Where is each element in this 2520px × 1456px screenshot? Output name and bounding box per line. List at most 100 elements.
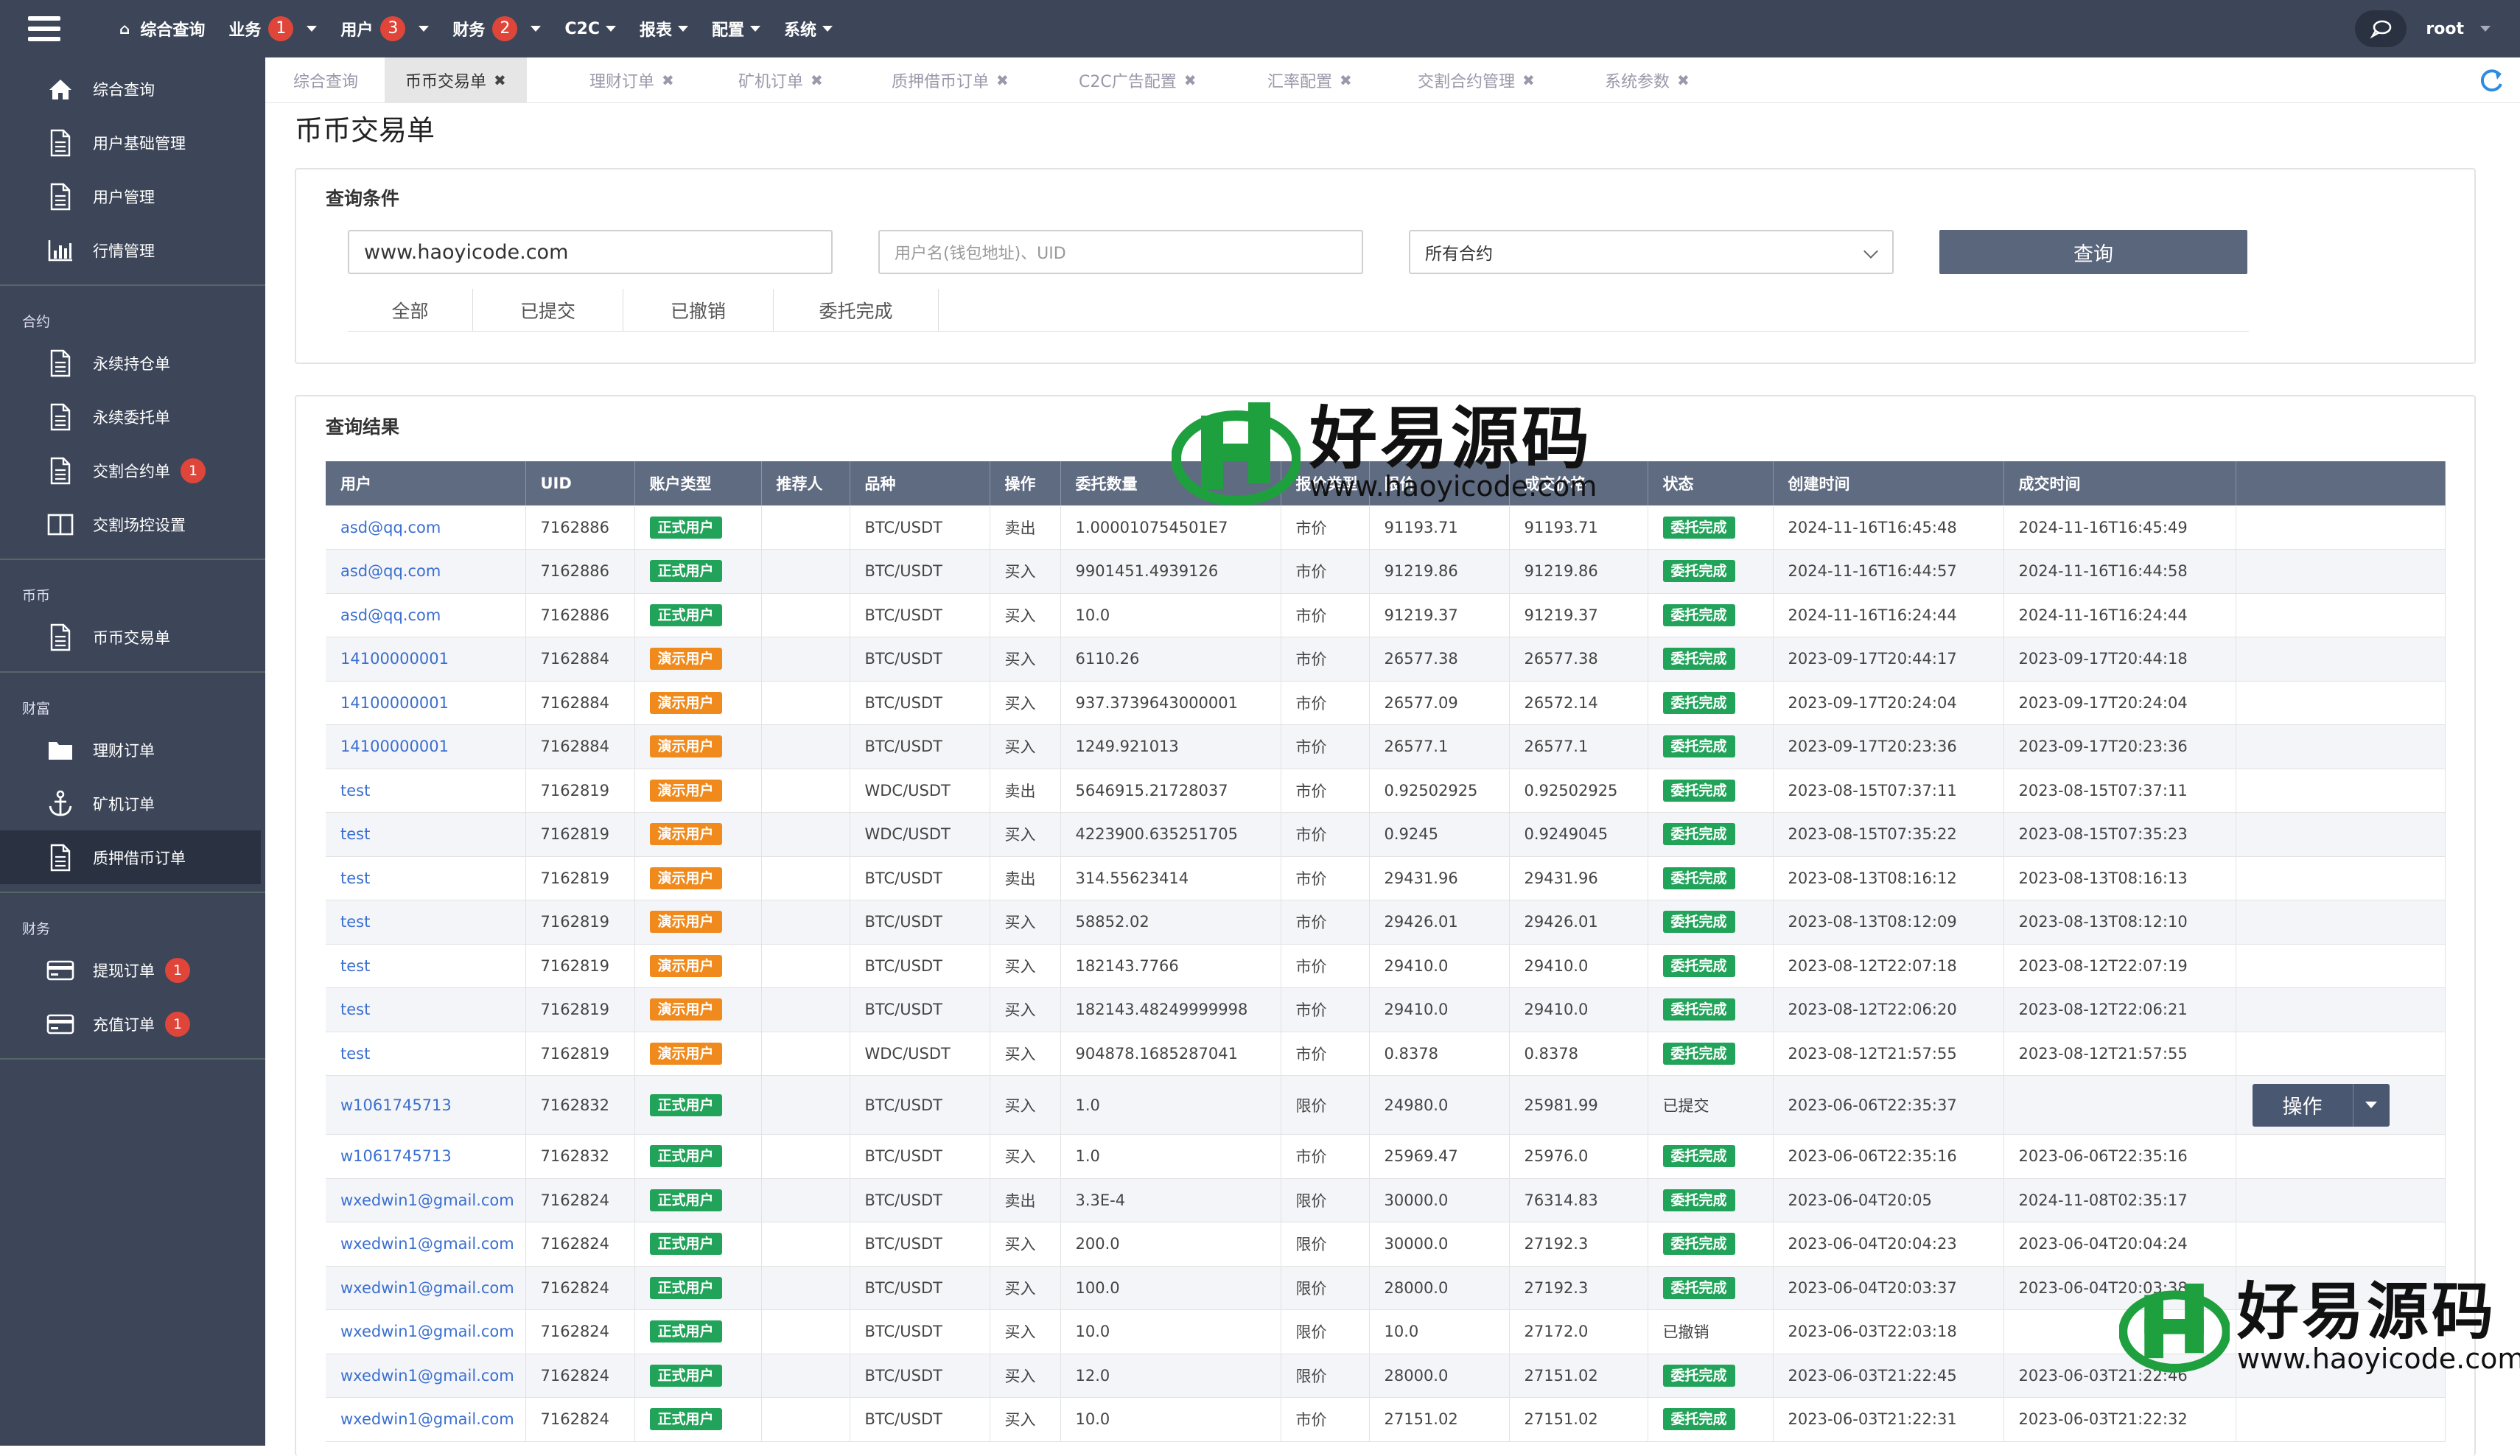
column-header: 成交时间 (2003, 461, 2236, 505)
sidebar-item-label: 用户基础管理 (93, 134, 186, 153)
tab-5[interactable]: C2C广告配置 ✖ (1079, 57, 1197, 103)
url-input[interactable]: www.haoyicode.com (348, 230, 833, 274)
table-row: wxedwin1@gmail.com 7162824 正式用户 BTC/USDT 买入 2… (326, 1222, 2446, 1267)
table-cell: 正式用户 (634, 1222, 762, 1267)
table-cell: 2024-11-16T16:45:49 (2003, 505, 2236, 550)
user-menu[interactable]: root (2426, 20, 2491, 38)
user-link[interactable]: test (326, 900, 526, 945)
sidebar-item-group1-1[interactable]: 永续委托单 (0, 390, 265, 444)
table-cell: 76314.83 (1509, 1178, 1648, 1222)
topnav-item-5[interactable]: 报表 (640, 17, 689, 41)
user-link[interactable]: wxedwin1@gmail.com (326, 1178, 526, 1222)
close-icon[interactable]: ✖ (996, 71, 1009, 89)
tab-2[interactable]: 理财订单 ✖ (589, 57, 674, 103)
action-button[interactable]: 操作 (2252, 1083, 2353, 1127)
user-link[interactable]: asd@qq.com (326, 549, 526, 594)
table-cell: 0.9249045 (1509, 812, 1648, 857)
user-link[interactable]: asd@qq.com (326, 505, 526, 550)
user-link[interactable]: asd@qq.com (326, 593, 526, 637)
close-icon[interactable]: ✖ (494, 71, 506, 89)
close-icon[interactable]: ✖ (1340, 71, 1352, 89)
table-row: test 7162819 演示用户 WDC/USDT 买入 4223900.6352517… (326, 812, 2446, 857)
table-cell: 演示用户 (634, 812, 762, 857)
table-cell: 2023-09-17T20:44:17 (1773, 637, 2004, 682)
tab-3[interactable]: 矿机订单 ✖ (738, 57, 823, 103)
close-icon[interactable]: ✖ (1677, 71, 1690, 89)
tab-0[interactable]: 综合查询 (293, 57, 358, 103)
close-icon[interactable]: ✖ (662, 71, 674, 89)
sidebar-item-group4-1[interactable]: 充值订单 1 (0, 997, 265, 1051)
table-cell: 7162824 (525, 1354, 635, 1398)
status-tab-2[interactable]: 已撤销 (623, 289, 774, 332)
topnav-item-1[interactable]: 业务 1 (228, 16, 318, 41)
query-button[interactable]: 查询 (1939, 230, 2247, 274)
topnav-item-0[interactable]: ⌂ 综合查询 (119, 17, 205, 41)
topnav-item-3[interactable]: 财务 2 (452, 16, 542, 41)
table-cell: 买入 (990, 1266, 1061, 1310)
sidebar-item-group0-3[interactable]: 行情管理 (0, 223, 265, 277)
user-link[interactable]: w1061745713 (326, 1134, 526, 1179)
sidebar-divider (0, 671, 265, 673)
topnav-item-6[interactable]: 配置 (712, 17, 761, 41)
sidebar-item-group1-0[interactable]: 永续持仓单 (0, 336, 265, 390)
sidebar-section-title: 财富 (22, 701, 51, 717)
sidebar-item-group3-2[interactable]: 质押借币订单 (0, 830, 261, 884)
count-badge: 3 (380, 16, 406, 41)
close-icon[interactable]: ✖ (1184, 71, 1197, 89)
sidebar-item-group3-1[interactable]: 矿机订单 (0, 777, 265, 830)
chat-icon[interactable] (2355, 10, 2407, 47)
table-cell: 2023-08-12T21:57:55 (2003, 1032, 2236, 1076)
table-cell: 2023-09-17T20:23:36 (1773, 724, 2004, 769)
action-button-group[interactable]: 操作 (2252, 1083, 2390, 1127)
status-tab-1[interactable]: 已提交 (473, 289, 623, 332)
tab-1[interactable]: 币币交易单 ✖ (385, 57, 527, 103)
user-link[interactable]: test (326, 944, 526, 988)
status-badge: 委托完成 (1662, 1364, 1735, 1387)
user-link[interactable]: wxedwin1@gmail.com (326, 1354, 526, 1398)
user-link[interactable]: wxedwin1@gmail.com (326, 1222, 526, 1267)
table-cell: 演示用户 (634, 856, 762, 900)
sidebar-item-group1-2[interactable]: 交割合约单 1 (0, 444, 265, 497)
user-link[interactable]: wxedwin1@gmail.com (326, 1397, 526, 1442)
sidebar-item-group0-1[interactable]: 用户基础管理 (0, 116, 265, 169)
close-icon[interactable]: ✖ (1522, 71, 1535, 89)
user-link[interactable]: test (326, 987, 526, 1032)
sidebar-item-group3-0[interactable]: 理财订单 (0, 723, 265, 777)
contract-select[interactable]: 所有合约 (1409, 230, 1894, 274)
table-cell: 2023-08-13T08:12:09 (1773, 900, 2004, 945)
status-tab-3[interactable]: 委托完成 (774, 289, 939, 332)
sidebar-item-group2-0[interactable]: 币币交易单 (0, 610, 265, 664)
user-link[interactable]: wxedwin1@gmail.com (326, 1266, 526, 1310)
sidebar-item-group0-0[interactable]: 综合查询 (0, 62, 265, 116)
user-link[interactable]: test (326, 812, 526, 857)
table-cell (2236, 769, 2446, 813)
close-icon[interactable]: ✖ (811, 71, 823, 89)
table-cell: BTC/USDT (850, 944, 990, 988)
user-search-input[interactable]: 用户名(钱包地址)、UID (878, 230, 1363, 274)
tab-8[interactable]: 系统参数 ✖ (1605, 57, 1690, 103)
sidebar-item-group1-3[interactable]: 交割场控设置 (0, 497, 265, 551)
sidebar-item-group4-0[interactable]: 提现订单 1 (0, 943, 265, 997)
table-cell: 买入 (990, 1397, 1061, 1442)
user-link[interactable]: w1061745713 (326, 1075, 526, 1135)
sidebar-item-group0-2[interactable]: 用户管理 (0, 169, 265, 223)
tab-4[interactable]: 质押借币订单 ✖ (892, 57, 1009, 103)
user-link[interactable]: test (326, 769, 526, 813)
user-link[interactable]: 14100000001 (326, 681, 526, 725)
status-tab-0[interactable]: 全部 (348, 289, 473, 332)
table-cell: BTC/USDT (850, 681, 990, 725)
user-link[interactable]: test (326, 1032, 526, 1076)
tab-7[interactable]: 交割合约管理 ✖ (1418, 57, 1535, 103)
topnav-item-4[interactable]: C2C (564, 20, 616, 38)
user-link[interactable]: 14100000001 (326, 724, 526, 769)
topnav-item-7[interactable]: 系统 (784, 17, 833, 41)
table-cell: BTC/USDT (850, 1178, 990, 1222)
chevron-down-icon[interactable] (2352, 1083, 2390, 1127)
refresh-icon[interactable] (2476, 65, 2507, 96)
menu-toggle-icon[interactable] (28, 16, 60, 41)
tab-6[interactable]: 汇率配置 ✖ (1267, 57, 1352, 103)
user-link[interactable]: 14100000001 (326, 637, 526, 682)
user-link[interactable]: test (326, 856, 526, 900)
user-link[interactable]: wxedwin1@gmail.com (326, 1309, 526, 1354)
topnav-item-2[interactable]: 用户 3 (340, 16, 430, 41)
